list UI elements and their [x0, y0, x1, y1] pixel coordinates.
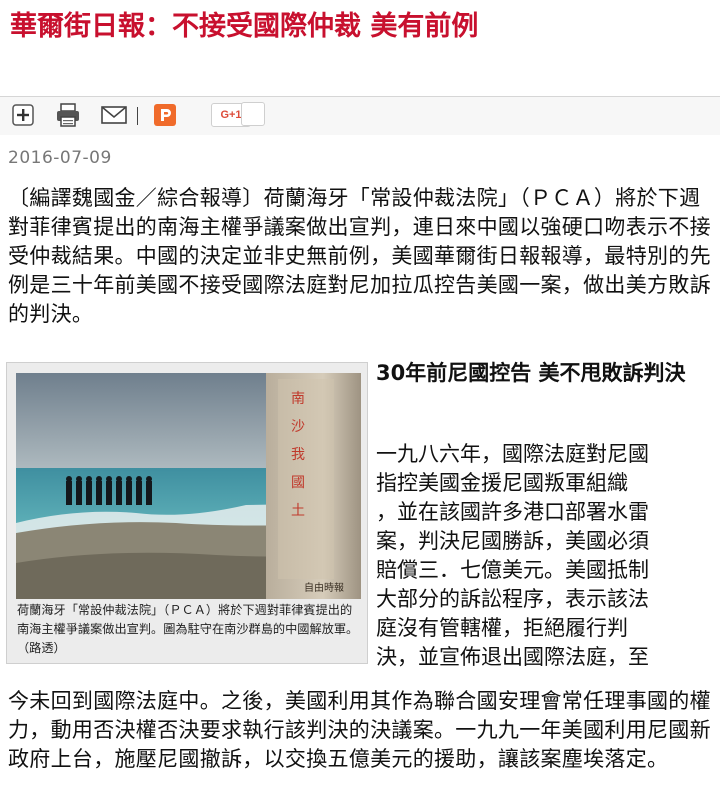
photo-watermark: 自由時報 — [304, 581, 344, 594]
print-icon — [57, 103, 79, 127]
share-toolbar: G+1 — [0, 96, 720, 135]
article-body-column: 一九八六年，國際法庭對尼國 指控美國金援尼國叛軍組織 ，並在該國許多港口部署水雷… — [376, 440, 714, 672]
stone-inscription-char-3: 我 — [291, 447, 305, 463]
print-button[interactable] — [54, 102, 82, 128]
news-photo: 南 沙 我 國 土 自由時報 — [16, 373, 361, 599]
article-lead-paragraph: 〔編譯魏國金／綜合報導〕荷蘭海牙「常設仲裁法院」（ＰＣＡ）將於下週對菲律賓提出的… — [8, 186, 711, 326]
gplus-count-bubble — [241, 102, 265, 126]
body-line: 一九八六年，國際法庭對尼國 — [376, 442, 649, 466]
article-subhead: 30年前尼國控告 美不甩敗訴判決 — [376, 361, 686, 385]
google-plus-button[interactable]: G+1 — [199, 102, 265, 128]
add-button[interactable] — [10, 102, 36, 128]
article-headline: 華爾街日報：不接受國際仲裁 美有前例 — [10, 11, 479, 42]
body-line: 案，判決尼國勝訴，美國必須 — [376, 529, 649, 553]
article-date: 2016-07-09 — [8, 148, 112, 168]
plurk-icon — [154, 104, 176, 126]
stone-inscription-char-5: 土 — [291, 503, 305, 519]
soldiers-photo: 南 沙 我 國 土 自由時報 — [16, 373, 361, 599]
body-line: 決，並宣佈退出國際法庭，至 — [376, 645, 649, 669]
stone-inscription-char-2: 沙 — [291, 419, 305, 435]
toolbar-divider — [137, 107, 138, 125]
body-line: 庭沒有管轄權，拒絕履行判 — [376, 616, 628, 640]
stone-inscription-char-4: 國 — [291, 475, 305, 491]
plurk-button[interactable] — [152, 102, 178, 128]
plus-icon — [12, 104, 34, 126]
figure-caption: 荷蘭海牙「常設仲裁法院」（ＰＣＡ）將於下週對菲律賓提出的南海主權爭議案做出宣判。… — [17, 603, 359, 655]
body-line: ，並在該國許多港口部署水雷 — [376, 500, 649, 524]
body-line: 大部分的訴訟程序，表示該法 — [376, 587, 649, 611]
article-figure: 南 沙 我 國 土 自由時報 荷蘭海牙「常設仲裁法院」（ＰＣＡ）將於下週對菲律賓… — [6, 362, 368, 664]
mail-icon — [101, 106, 127, 124]
body-line: 賠償三．七億美元。美國抵制 — [376, 558, 649, 582]
body-line: 指控美國金援尼國叛軍組織 — [376, 471, 628, 495]
article-body-continued: 今未回到國際法庭中。之後，美國利用其作為聯合國安理會常任理事國的權力，動用否決權… — [8, 689, 711, 771]
email-button[interactable] — [99, 102, 129, 128]
stone-inscription-char-1: 南 — [291, 391, 305, 407]
